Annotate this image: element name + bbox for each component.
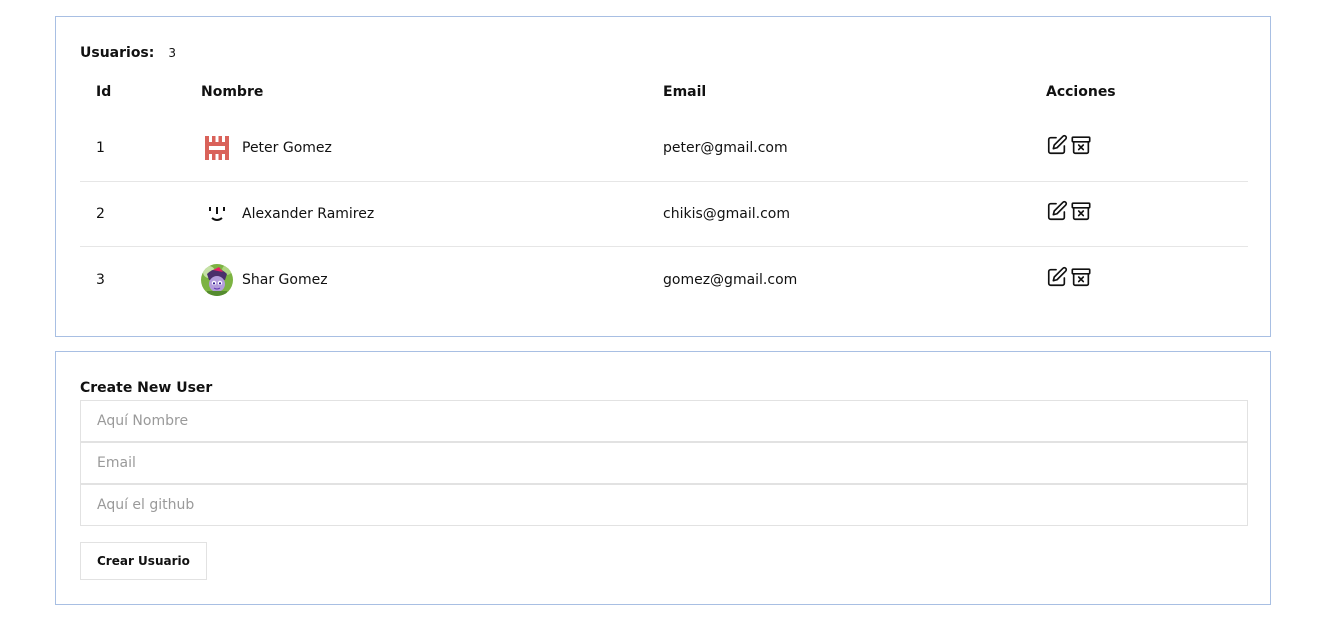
users-count: 3 bbox=[168, 46, 177, 60]
table-row: 3 Shar Gomez gomez@gmail.com bbox=[80, 245, 1248, 313]
edit-icon[interactable] bbox=[1046, 200, 1068, 222]
user-email-cell: peter@gmail.com bbox=[663, 139, 788, 156]
user-name-cell: Peter Gomez bbox=[201, 111, 663, 181]
column-header-id: Id bbox=[96, 84, 112, 100]
github-input[interactable] bbox=[80, 484, 1248, 526]
users-card: Usuarios: 3 Id Nombre Email Acciones 1 P… bbox=[55, 16, 1271, 337]
name-input[interactable] bbox=[80, 400, 1248, 442]
table-row: 1 Peter Gomez peter@gmail.com bbox=[80, 111, 1248, 181]
user-id-cell: 1 bbox=[96, 139, 105, 156]
user-name-cell: Shar Gomez bbox=[201, 245, 663, 313]
users-table: Id Nombre Email Acciones 1 Peter Gomez p… bbox=[80, 73, 1248, 313]
users-label: Usuarios: bbox=[80, 45, 155, 61]
users-count-header: Usuarios: 3 bbox=[80, 45, 176, 61]
user-actions-cell bbox=[1046, 245, 1248, 313]
edit-icon[interactable] bbox=[1046, 134, 1068, 156]
user-id-cell: 2 bbox=[80, 180, 201, 246]
archive-delete-icon[interactable] bbox=[1070, 200, 1092, 222]
archive-delete-icon[interactable] bbox=[1070, 266, 1092, 288]
user-name-cell: Alexander Ramirez bbox=[201, 180, 663, 246]
table-header-row: Id Nombre Email Acciones bbox=[80, 73, 1248, 111]
column-header-actions: Acciones bbox=[1046, 84, 1116, 100]
user-id-cell: 3 bbox=[80, 245, 201, 313]
create-user-button[interactable]: Crear Usuario bbox=[80, 542, 207, 580]
user-email-cell: gomez@gmail.com bbox=[663, 245, 1046, 313]
user-name: Alexander Ramirez bbox=[242, 205, 375, 222]
edit-icon[interactable] bbox=[1046, 266, 1068, 288]
user-name: Peter Gomez bbox=[242, 139, 332, 156]
user-actions-cell bbox=[1046, 111, 1248, 181]
user-name: Shar Gomez bbox=[242, 271, 328, 288]
user-email-cell: chikis@gmail.com bbox=[663, 180, 1046, 246]
column-header-email: Email bbox=[663, 84, 707, 100]
create-user-title: Create New User bbox=[80, 380, 213, 396]
face-glyph-avatar bbox=[201, 198, 233, 230]
archive-delete-icon[interactable] bbox=[1070, 134, 1092, 156]
table-row: 2 Alexander Ramirez chikis@gmail.com bbox=[80, 180, 1248, 246]
column-header-name: Nombre bbox=[201, 84, 264, 100]
cartoon-pony-avatar bbox=[201, 263, 233, 296]
email-input[interactable] bbox=[80, 442, 1248, 484]
user-actions-cell bbox=[1046, 180, 1248, 246]
pixel-castle-avatar bbox=[201, 132, 233, 164]
create-user-card: Create New User Crear Usuario bbox=[55, 351, 1271, 605]
